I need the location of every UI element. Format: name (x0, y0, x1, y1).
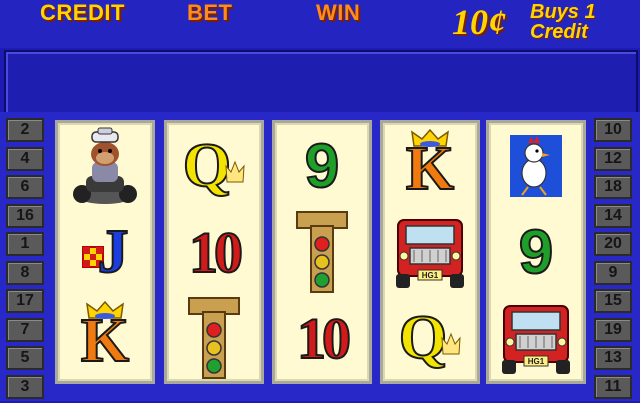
payline-button[interactable]: 2 (6, 118, 44, 142)
win-label: WIN (316, 0, 361, 25)
nine-glyph: 9 (518, 217, 555, 288)
truck-icon: HG1 (383, 209, 477, 295)
credit-label: CREDIT (40, 0, 125, 25)
queen-symbol: Q (167, 123, 261, 209)
biker-bulldog-icon (58, 123, 152, 209)
reel-5: 9 HG1 (486, 120, 586, 384)
payline-button[interactable]: 15 (594, 289, 632, 313)
king-symbol: K (58, 295, 152, 381)
ten-symbol: 10 (167, 209, 261, 295)
buys-line-2: Credit (530, 21, 588, 43)
denomination-info: 10¢ Buys 1 Credit (452, 2, 632, 46)
payline-button[interactable]: 4 (6, 146, 44, 171)
reel-4: K HG1 Q (380, 120, 480, 384)
truck-plate-text: HG1 (422, 271, 439, 280)
payline-button[interactable]: 19 (594, 317, 632, 342)
payline-button[interactable]: 1 (6, 232, 44, 256)
payline-button[interactable]: 16 (6, 203, 44, 228)
chicken-icon (489, 123, 583, 209)
queen-symbol: Q (383, 295, 477, 381)
payline-button[interactable]: 20 (594, 232, 632, 256)
payline-numbers-right: 10 12 18 14 20 9 15 19 13 11 (594, 118, 632, 403)
payline-numbers-left: 2 4 6 16 1 8 17 7 5 3 (6, 118, 44, 403)
payline-button[interactable]: 5 (6, 346, 44, 370)
jack-symbol: J (58, 209, 152, 295)
ten-symbol: 10 (275, 295, 369, 381)
payline-button[interactable]: 18 (594, 175, 632, 199)
payline-button[interactable]: 6 (6, 175, 44, 199)
payline-button[interactable]: 9 (594, 260, 632, 285)
payline-button[interactable]: 13 (594, 346, 632, 370)
jack-glyph: J (97, 217, 130, 287)
queen-glyph: Q (398, 303, 448, 373)
ten-glyph: 10 (296, 305, 352, 372)
payline-button[interactable]: 11 (594, 374, 632, 399)
truck-plate-text: HG1 (528, 357, 545, 366)
message-bar (4, 50, 638, 114)
payline-button[interactable]: 17 (6, 289, 44, 313)
traffic-light-icon (275, 209, 369, 295)
reel-1: J K (55, 120, 155, 384)
payline-button[interactable]: 14 (594, 203, 632, 228)
queen-glyph: Q (182, 131, 232, 201)
king-symbol: K (383, 123, 477, 209)
nine-symbol: 9 (489, 209, 583, 295)
traffic-light-icon (167, 295, 261, 381)
top-bar: CREDIT BET WIN 10¢ Buys 1 Credit (0, 0, 640, 48)
bet-label: BET (187, 0, 233, 25)
buys-line-1: Buys 1 (530, 1, 596, 23)
payline-button[interactable]: 7 (6, 317, 44, 342)
buys-credit-text: Buys 1 Credit (530, 2, 596, 42)
denomination-value: 10¢ (452, 2, 506, 42)
payline-button[interactable]: 3 (6, 374, 44, 399)
reel-3: 9 10 (272, 120, 372, 384)
payline-button[interactable]: 10 (594, 118, 632, 142)
payline-button[interactable]: 12 (594, 146, 632, 171)
reel-2: Q 10 (164, 120, 264, 384)
nine-symbol: 9 (275, 123, 369, 209)
ten-glyph: 10 (188, 219, 244, 286)
truck-icon: HG1 (489, 295, 583, 381)
nine-glyph: 9 (304, 131, 341, 202)
payline-button[interactable]: 8 (6, 260, 44, 285)
